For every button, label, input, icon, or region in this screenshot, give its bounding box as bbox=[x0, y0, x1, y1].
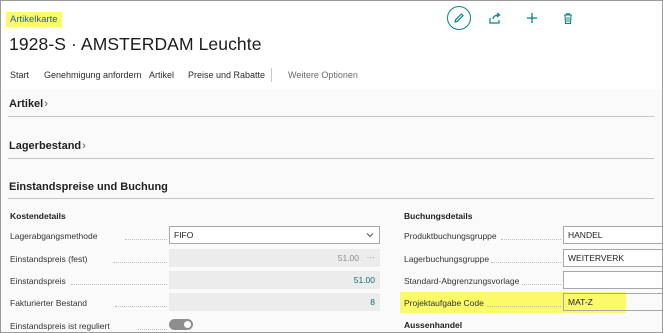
action-start[interactable]: Start bbox=[10, 70, 29, 80]
field-label: Einstandspreis (fest) bbox=[10, 254, 88, 264]
section-einstandspreise-title: Einstandspreise und Buchung bbox=[9, 181, 168, 193]
field-label: Produktbuchungsgruppe bbox=[404, 231, 497, 241]
edit-button[interactable] bbox=[447, 6, 471, 30]
leader-dots bbox=[125, 239, 167, 240]
action-preise-und-rabatte[interactable]: Preise und Rabatte bbox=[188, 70, 265, 80]
field-value: 8 bbox=[370, 297, 375, 307]
action-bar: Start Genehmigung anfordern Artikel Prei… bbox=[1, 67, 662, 85]
action-weitere-optionen[interactable]: Weitere Optionen bbox=[288, 70, 358, 80]
kostendetails-heading: Kostendetails bbox=[10, 211, 66, 221]
section-lagerbestand-title: Lagerbestand bbox=[9, 140, 82, 152]
section-divider bbox=[8, 116, 654, 117]
lagerabgangsmethode-select[interactable]: FIFO bbox=[169, 226, 380, 244]
field-value: 51.00 bbox=[353, 275, 375, 285]
leader-dots bbox=[71, 284, 167, 285]
leader-dots bbox=[491, 262, 561, 263]
leader-dots bbox=[113, 262, 167, 263]
field-label: Fakturierter Bestand bbox=[10, 298, 88, 308]
action-bar-divider bbox=[271, 68, 272, 82]
more-options-icon[interactable]: ··· bbox=[367, 252, 376, 262]
buchungsdetails-heading: Buchungsdetails bbox=[404, 211, 473, 221]
section-divider bbox=[8, 198, 654, 199]
projektaufgabe-code-field[interactable]: MAT-Z bbox=[563, 293, 662, 311]
add-icon bbox=[527, 13, 537, 23]
page-title: 1928-S · AMSTERDAM Leuchte bbox=[9, 34, 262, 54]
field-label: Standard-Abgrenzungsvorlage bbox=[404, 276, 520, 286]
share-icon bbox=[489, 12, 501, 24]
leader-dots bbox=[487, 306, 561, 307]
item-card-page: Artikelkarte 1928-S · AMSTERDAM Leuchte … bbox=[0, 0, 663, 333]
field-label: Einstandspreis bbox=[10, 276, 66, 286]
leader-dots bbox=[138, 329, 167, 330]
section-artikel-title: Artikel bbox=[9, 98, 44, 110]
delete-icon bbox=[564, 12, 572, 24]
delete-button[interactable] bbox=[560, 10, 576, 26]
section-einstandspreise-header[interactable]: Einstandspreise und Buchung bbox=[9, 181, 168, 193]
share-button[interactable] bbox=[487, 10, 503, 26]
einstandspreis-fest-field[interactable]: 51.00 ··· bbox=[169, 249, 380, 267]
field-label: Lagerabgangsmethode bbox=[10, 231, 98, 241]
add-button[interactable] bbox=[524, 10, 540, 26]
produktbuchungsgruppe-field[interactable]: HANDEL bbox=[563, 226, 662, 244]
section-divider bbox=[8, 158, 654, 159]
field-value: 51.00 bbox=[337, 253, 359, 263]
leader-dots bbox=[522, 284, 561, 285]
action-artikel[interactable]: Artikel bbox=[149, 70, 174, 80]
page-type-label: Artikelkarte bbox=[6, 12, 62, 27]
einstandspreis-reguliert-toggle[interactable] bbox=[169, 319, 193, 330]
field-label: Projektaufgabe Code bbox=[404, 298, 484, 308]
chevron-down-icon bbox=[366, 233, 374, 238]
field-value: MAT-Z bbox=[568, 297, 593, 307]
field-value: HANDEL bbox=[568, 230, 603, 240]
lagerbuchungsgruppe-field[interactable]: WEITERVERK bbox=[563, 249, 662, 267]
einstandspreis-field[interactable]: 51.00 bbox=[169, 271, 380, 289]
aussenhandel-heading: Aussenhandel bbox=[404, 320, 463, 330]
section-lagerbestand-header[interactable]: Lagerbestand› bbox=[9, 140, 86, 152]
field-label: Einstandspreis ist reguliert bbox=[10, 321, 110, 331]
toggle-knob bbox=[184, 321, 191, 328]
chevron-right-icon: › bbox=[44, 98, 48, 110]
field-value: WEITERVERK bbox=[568, 253, 625, 263]
field-label: Lagerbuchungsgruppe bbox=[404, 254, 490, 264]
leader-dots bbox=[501, 239, 561, 240]
action-genehmigung-anfordern[interactable]: Genehmigung anfordern bbox=[44, 70, 142, 80]
section-artikel-header[interactable]: Artikel› bbox=[9, 98, 48, 110]
leader-dots bbox=[115, 306, 167, 307]
edit-icon bbox=[454, 13, 464, 23]
chevron-right-icon: › bbox=[82, 140, 86, 152]
standard-abgrenzungsvorlage-field[interactable] bbox=[563, 271, 662, 289]
fakturierter-bestand-field[interactable]: 8 bbox=[169, 293, 380, 311]
field-value: FIFO bbox=[174, 230, 194, 240]
